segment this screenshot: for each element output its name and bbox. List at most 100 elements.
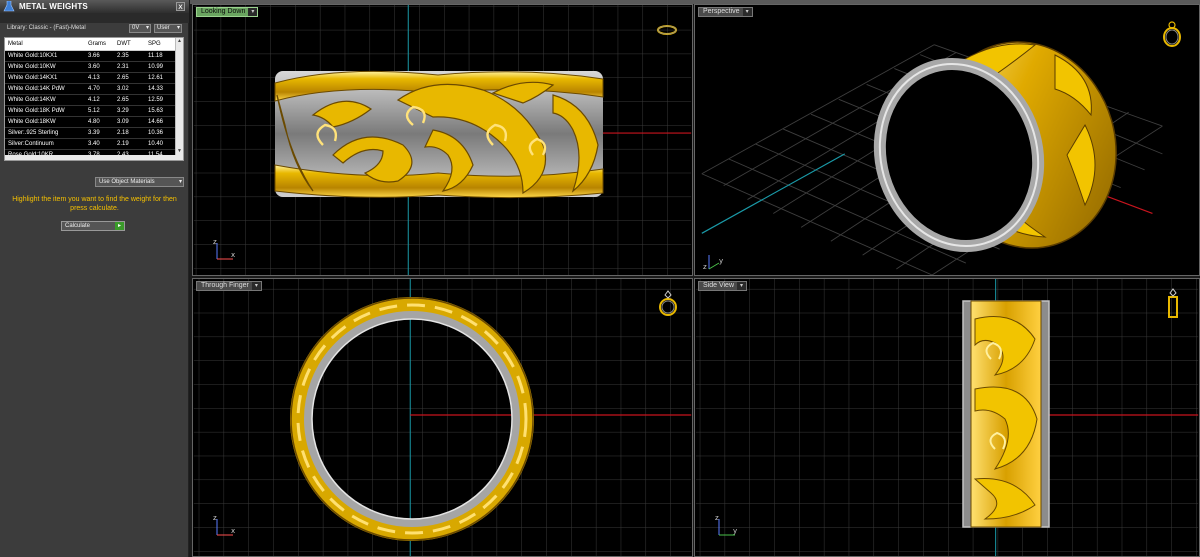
svg-text:x: x (231, 251, 235, 259)
close-button[interactable]: x (176, 2, 185, 11)
unit-dropdown-0v[interactable]: 0V ▾ (129, 24, 151, 33)
chevron-down-icon[interactable]: ▾ (737, 282, 747, 290)
ring-model-through-finger[interactable] (193, 279, 693, 557)
table-row[interactable]: White Gold:10KW 3.60 2.31 10.99 (5, 61, 177, 73)
dwt-cell: 3.09 (114, 116, 145, 128)
dwt-cell: 2.18 (114, 127, 145, 139)
ring-model-top[interactable] (193, 5, 693, 276)
ring-orientation-icon[interactable] (1165, 287, 1181, 321)
chevron-down-icon: ▾ (176, 25, 180, 31)
metal-name-cell: White Gold:18K PdW (5, 105, 85, 117)
metal-name-cell: White Gold:14K PdW (5, 83, 85, 95)
table-row[interactable]: Silver:Continuum 3.40 2.19 10.40 (5, 138, 177, 150)
viewport-title: Perspective (703, 8, 740, 15)
panel-titlebar[interactable]: METAL WEIGHTS x (0, 0, 189, 13)
svg-text:y: y (719, 257, 723, 265)
ring-orientation-icon[interactable] (657, 289, 679, 319)
dwt-cell: 2.19 (114, 138, 145, 150)
calculate-dropdown[interactable]: Calculate ▸ (61, 221, 125, 231)
table-row[interactable]: White Gold:18KW 4.80 3.09 14.66 (5, 116, 177, 128)
calculate-label: Calculate (65, 223, 91, 229)
chevron-down-icon[interactable]: ▾ (248, 8, 258, 16)
viewport-label-through-finger[interactable]: Through Finger ▾ (196, 281, 262, 291)
panel-title: METAL WEIGHTS (19, 2, 88, 11)
viewport-title: Through Finger (201, 282, 249, 289)
spg-cell: 12.59 (145, 94, 177, 106)
use-object-materials-dropdown[interactable]: Use Object Materials ▾ (95, 177, 184, 187)
scroll-up-icon[interactable]: ▲ (176, 38, 183, 45)
metal-name-cell: Rose Gold:14KR (5, 161, 85, 162)
axis-gizmo-icon: z x (213, 238, 235, 260)
dwt-cell: 3.29 (114, 105, 145, 117)
svg-text:x: x (231, 527, 235, 535)
spg-cell: 10.99 (145, 61, 177, 73)
unit-dropdown-user[interactable]: User ▾ (154, 24, 182, 33)
table-row[interactable]: White Gold:14KX1 4.13 2.65 12.61 (5, 72, 177, 84)
metal-flask-icon (3, 1, 15, 12)
grams-cell: 4.27 (85, 161, 114, 162)
column-header-metal[interactable]: Metal (5, 38, 85, 51)
chevron-down-icon: ▾ (145, 25, 149, 31)
column-header-spg[interactable]: SPG (145, 38, 177, 51)
metal-name-cell: White Gold:10KW (5, 61, 85, 73)
ring-model-side[interactable] (695, 279, 1200, 557)
grams-cell: 4.70 (85, 83, 114, 95)
unit-label: 0V (132, 25, 140, 31)
grams-cell: 3.60 (85, 61, 114, 73)
svg-text:z: z (213, 514, 217, 522)
spg-cell: 13.03 (145, 161, 177, 162)
dwt-cell: 2.65 (114, 94, 145, 106)
table-row[interactable]: Silver:.925 Sterling 3.39 2.18 10.36 (5, 127, 177, 139)
viewport-label-perspective[interactable]: Perspective ▾ (698, 7, 753, 17)
viewport-label-side-view[interactable]: Side View ▾ (698, 281, 748, 291)
table-row[interactable]: White Gold:10KX1 3.66 2.35 11.18 (5, 50, 177, 62)
chevron-down-icon[interactable]: ▾ (251, 282, 261, 290)
grams-cell: 3.66 (85, 50, 114, 62)
viewport-side-view[interactable]: z y Side View ▾ (694, 278, 1200, 557)
column-header-grams[interactable]: Grams (85, 38, 114, 51)
metal-name-cell: White Gold:18KW (5, 116, 85, 128)
metal-name-cell: White Gold:10KX1 (5, 50, 85, 62)
grams-cell: 5.12 (85, 105, 114, 117)
library-label: Library: Classic - (Fast)-Metal (7, 25, 86, 31)
ring-orientation-icon[interactable] (1161, 19, 1183, 49)
viewport-title: Side View (703, 282, 735, 289)
ring-orientation-icon[interactable] (656, 23, 678, 37)
viewport-perspective[interactable]: z y Perspective ▾ (694, 4, 1200, 276)
use-object-materials-label: Use Object Materials (99, 179, 155, 185)
column-header-dwt[interactable]: DWT (114, 38, 145, 51)
svg-text:y: y (733, 527, 737, 535)
svg-text:z: z (715, 514, 719, 522)
grams-cell: 4.13 (85, 72, 114, 84)
table-scrollbar[interactable]: ▲ ▼ (175, 38, 183, 160)
viewport-looking-down[interactable]: z x Looking Down ▾ (192, 4, 693, 276)
table-header-row: Metal Grams DWT SPG (5, 38, 177, 51)
instructions-text: Highlight the item you want to find the … (12, 196, 177, 212)
spg-cell: 14.33 (145, 83, 177, 95)
metal-weights-panel: METAL WEIGHTS x Library: Classic - (Fast… (0, 0, 189, 557)
dwt-cell: 2.35 (114, 50, 145, 62)
grams-cell: 4.80 (85, 116, 114, 128)
axis-gizmo-icon: z y (715, 514, 737, 536)
grams-cell: 3.39 (85, 127, 114, 139)
table-row[interactable]: White Gold:14KW 4.12 2.65 12.59 (5, 94, 177, 106)
svg-text:z: z (213, 238, 217, 246)
viewport-through-finger[interactable]: z x Through Finger ▾ (192, 278, 693, 557)
chevron-down-icon[interactable]: ▾ (742, 8, 752, 16)
spg-cell: 11.18 (145, 50, 177, 62)
ring-model-perspective[interactable] (695, 5, 1200, 276)
metal-weights-table[interactable]: Metal Grams DWT SPG White Gold:10KX1 3.66… (4, 37, 184, 161)
viewport-label-looking-down[interactable]: Looking Down ▾ (196, 7, 259, 17)
play-icon[interactable]: ▸ (115, 222, 124, 230)
panel-toolbar (0, 13, 189, 23)
scroll-down-icon[interactable]: ▼ (176, 148, 183, 155)
metal-name-cell: White Gold:14KW (5, 94, 85, 106)
table-row[interactable]: Rose Gold:14KR4.272.7413.03 (5, 161, 177, 162)
spg-cell: 10.40 (145, 138, 177, 150)
dwt-cell: 2.74 (114, 161, 145, 162)
table-row[interactable]: White Gold:14K PdW 4.70 3.02 14.33 (5, 83, 177, 95)
table-horizontal-scrollbar[interactable] (5, 155, 177, 160)
table-row[interactable]: White Gold:18K PdW 5.12 3.29 15.63 (5, 105, 177, 117)
chevron-down-icon: ▾ (178, 179, 182, 185)
spg-cell: 12.61 (145, 72, 177, 84)
